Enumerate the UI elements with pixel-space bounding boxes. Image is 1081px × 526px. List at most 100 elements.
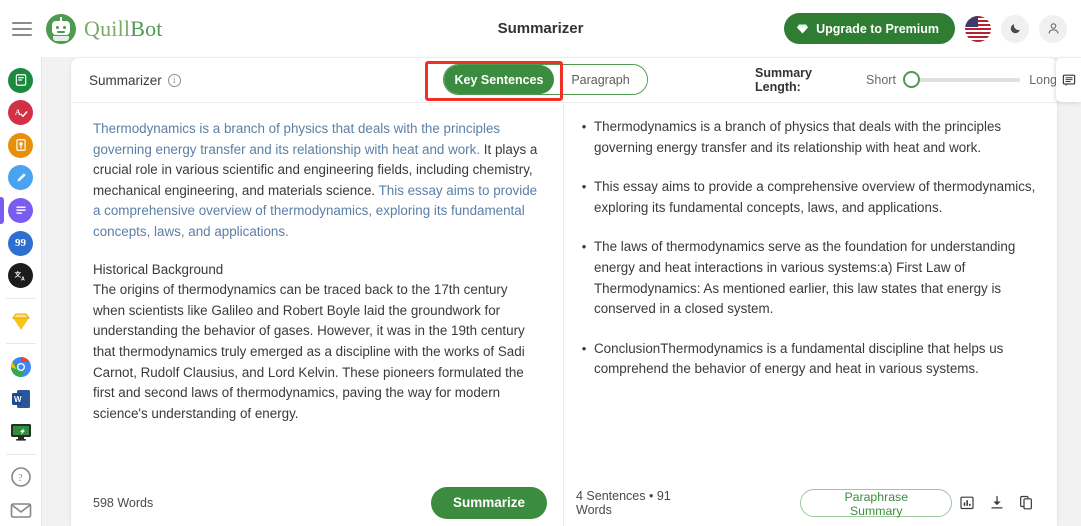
sidebar-item-contact[interactable]: [0, 494, 42, 526]
bullet-marker-icon: •: [574, 177, 594, 218]
sidebar-item-chrome-extension[interactable]: [0, 350, 42, 383]
mode-key-sentences-button[interactable]: Key Sentences: [444, 65, 554, 94]
word-count: 598 Words: [93, 496, 153, 510]
summary-stats-button[interactable]: [952, 489, 982, 517]
plagiarism-checker-icon: [8, 133, 33, 158]
summary-bullet-text: This essay aims to provide a comprehensi…: [594, 177, 1037, 218]
sidebar-divider-1: [6, 298, 36, 299]
summary-output[interactable]: •Thermodynamics is a branch of physics t…: [564, 103, 1057, 479]
summarize-button[interactable]: Summarize: [431, 487, 547, 519]
summary-bullet-text: ConclusionThermodynamics is a fundamenta…: [594, 339, 1037, 380]
download-icon: [989, 494, 1005, 511]
diamond-icon: [796, 23, 809, 35]
svg-text:A: A: [21, 276, 25, 282]
premium-diamond-icon: [9, 309, 33, 333]
sidebar-divider-3: [6, 454, 36, 455]
summarizer-toolbar: Summarizer i Key Sentences Paragraph Sum…: [71, 58, 1057, 103]
citation-generator-icon: 99: [8, 231, 33, 256]
tool-title: Summarizer i: [89, 73, 181, 88]
brand-name-second: Bot: [130, 16, 162, 41]
slider-knob[interactable]: [903, 71, 920, 88]
moon-icon: [1009, 22, 1022, 35]
source-footer: 598 Words Summarize: [71, 479, 563, 526]
grammar-checker-icon: A: [8, 100, 33, 125]
desktop-app-icon: [9, 420, 33, 444]
svg-text:A: A: [15, 108, 21, 117]
dark-mode-toggle[interactable]: [1001, 15, 1029, 43]
info-icon[interactable]: i: [168, 74, 181, 87]
quillbot-robot-icon: [46, 14, 76, 44]
bullet-marker-icon: •: [574, 339, 594, 380]
left-sidebar: A 99 文A: [0, 57, 42, 526]
source-paragraph: Historical Background The origins of ther…: [93, 260, 541, 425]
word-icon: W: [9, 387, 33, 411]
mail-icon: [9, 498, 33, 522]
paraphrase-summary-button[interactable]: Paraphrase Summary: [800, 489, 952, 517]
sidebar-item-ai-humanizer[interactable]: [0, 162, 42, 195]
sidebar-item-translator[interactable]: 文A: [0, 259, 42, 292]
source-textarea[interactable]: Thermodynamics is a branch of physics th…: [71, 103, 563, 479]
length-min-label: Short: [866, 73, 896, 87]
sidebar-item-desktop-app[interactable]: [0, 415, 42, 448]
brand-name: QuillBot: [84, 16, 163, 42]
quillbot-logo[interactable]: QuillBot: [46, 14, 163, 44]
copy-icon: [1018, 494, 1034, 511]
length-max-label: Long: [1029, 73, 1057, 87]
summary-bullet: •ConclusionThermodynamics is a fundament…: [574, 339, 1037, 380]
summarizer-icon: [8, 198, 33, 223]
highlighted-sentence: Thermodynamics is a branch of physics th…: [93, 121, 500, 157]
summary-panel: •Thermodynamics is a branch of physics t…: [564, 103, 1057, 526]
feedback-button[interactable]: [1056, 58, 1081, 102]
sidebar-item-word-addin[interactable]: W: [0, 383, 42, 416]
editor-panels: Thermodynamics is a branch of physics th…: [71, 103, 1057, 526]
source-text: Historical Background: [93, 262, 223, 277]
summary-bullet-text: Thermodynamics is a branch of physics th…: [594, 117, 1037, 158]
hamburger-icon[interactable]: [12, 22, 32, 36]
mode-paragraph-button[interactable]: Paragraph: [554, 65, 647, 94]
copy-summary-button[interactable]: [1011, 489, 1041, 517]
svg-text:?: ?: [18, 473, 23, 484]
summary-bullet: •This essay aims to provide a comprehens…: [574, 177, 1037, 218]
source-paragraph: Thermodynamics is a branch of physics th…: [93, 119, 541, 243]
sidebar-item-summarizer[interactable]: [0, 194, 42, 227]
sidebar-item-premium[interactable]: [0, 305, 42, 338]
source-panel: Thermodynamics is a branch of physics th…: [71, 103, 564, 526]
source-text: The origins of thermodynamics can be tra…: [93, 282, 525, 421]
help-circle-icon: ?: [9, 465, 33, 489]
summary-bullet-text: The laws of thermodynamics serve as the …: [594, 237, 1037, 319]
tool-title-label: Summarizer: [89, 73, 162, 88]
sidebar-item-paraphraser[interactable]: [0, 64, 42, 97]
ai-humanizer-icon: [8, 165, 33, 190]
app-header: QuillBot Summarizer Upgrade to Premium: [0, 0, 1081, 57]
bullet-marker-icon: •: [574, 237, 594, 319]
sidebar-item-help[interactable]: ?: [0, 461, 42, 494]
svg-text:W: W: [14, 395, 22, 404]
translator-icon: 文A: [8, 263, 33, 288]
summary-length-slider[interactable]: [905, 78, 1020, 82]
summary-length-control: Summary Length: Short Long: [755, 66, 1057, 94]
person-icon: [1046, 21, 1061, 36]
summary-bullet: •Thermodynamics is a branch of physics t…: [574, 117, 1037, 158]
summarizer-card: Summarizer i Key Sentences Paragraph Sum…: [71, 58, 1057, 526]
mode-toggle: Key Sentences Paragraph: [443, 64, 648, 95]
bar-chart-icon: [959, 494, 975, 511]
mode-toggle-group: Key Sentences Paragraph: [443, 64, 648, 95]
summary-stats: 4 Sentences • 91 Words: [576, 489, 708, 517]
sidebar-divider-2: [6, 343, 36, 344]
sidebar-item-plagiarism-checker[interactable]: [0, 129, 42, 162]
summary-footer: 4 Sentences • 91 Words Paraphrase Summar…: [564, 479, 1057, 526]
summary-bullet: •The laws of thermodynamics serve as the…: [574, 237, 1037, 319]
us-flag-icon[interactable]: [965, 16, 991, 42]
chrome-icon: [9, 355, 33, 379]
upgrade-label: Upgrade to Premium: [816, 22, 939, 36]
header-actions: Upgrade to Premium: [784, 13, 1081, 44]
brand-name-first: Quill: [84, 16, 130, 41]
download-summary-button[interactable]: [982, 489, 1012, 517]
sidebar-item-citation-generator[interactable]: 99: [0, 227, 42, 260]
account-button[interactable]: [1039, 15, 1067, 43]
upgrade-to-premium-button[interactable]: Upgrade to Premium: [784, 13, 955, 44]
bullet-marker-icon: •: [574, 117, 594, 158]
paraphraser-icon: [8, 68, 33, 93]
sidebar-item-grammar-checker[interactable]: A: [0, 97, 42, 130]
chat-bubble-icon: [1061, 73, 1077, 88]
